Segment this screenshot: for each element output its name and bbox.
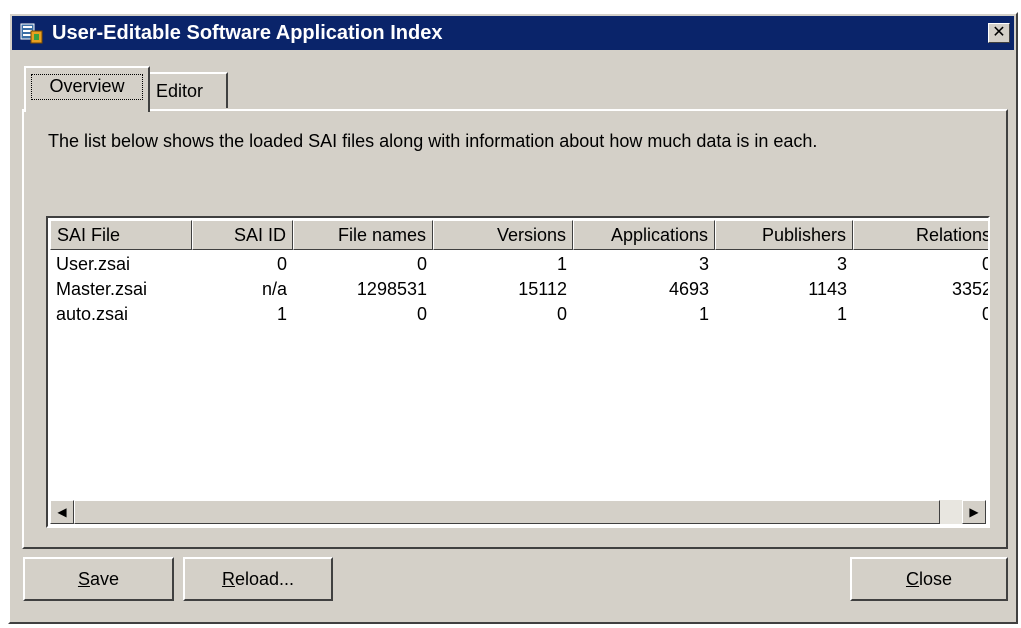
column-header-file-names[interactable]: File names <box>293 220 433 250</box>
cell-relations: 3352 <box>951 279 990 299</box>
list-row[interactable]: auto.zsai 1 0 0 1 1 0 <box>50 302 988 327</box>
arrow-left-icon: ◀ <box>57 505 67 519</box>
reload-button[interactable]: Reload... <box>183 557 333 601</box>
cell-relations: 0 <box>853 302 988 327</box>
horizontal-scrollbar[interactable]: ◀ ▶ <box>50 500 986 524</box>
cell-file-names: 0 <box>416 254 427 274</box>
cell-applications: 3 <box>698 254 709 274</box>
cell-versions: 15112 <box>518 279 567 299</box>
column-header-relations[interactable]: Relations <box>853 220 988 250</box>
cell-sai-id: 1 <box>276 304 287 324</box>
cell-applications: 1 <box>698 304 709 324</box>
list-rows: User.zsai 0 0 1 3 3 0 Master.zsai n/a 12… <box>50 252 990 327</box>
scroll-right-button[interactable]: ▶ <box>962 500 986 524</box>
column-header-versions[interactable]: Versions <box>433 220 573 250</box>
list-row[interactable]: User.zsai 0 0 1 3 3 0 <box>50 252 988 277</box>
sai-files-list[interactable]: SAI File SAI ID File names Versions Appl… <box>46 216 990 528</box>
column-header-sai-file[interactable]: SAI File <box>50 220 192 250</box>
sai-dialog-window: User-Editable Software Application Index… <box>8 12 1018 624</box>
cell-publishers: 3 <box>836 254 847 274</box>
tab-editor[interactable]: Editor <box>150 72 228 108</box>
cell-sai-file: Master.zsai <box>56 279 148 299</box>
close-label: lose <box>918 569 953 589</box>
overview-description: The list below shows the loaded SAI file… <box>48 131 818 151</box>
tab-overview[interactable]: Overview <box>24 66 150 112</box>
list-row[interactable]: Master.zsai n/a 1298531 15112 4693 1143 … <box>50 277 990 302</box>
cell-sai-file: auto.zsai <box>56 304 129 324</box>
tab-editor-label: Editor <box>156 81 204 101</box>
cell-publishers: 1143 <box>808 279 847 299</box>
cell-file-names: 0 <box>416 304 427 324</box>
save-button[interactable]: Save <box>23 557 174 601</box>
overview-panel: The list below shows the loaded SAI file… <box>22 109 1008 549</box>
cell-relations: 0 <box>853 252 988 277</box>
close-button[interactable]: Close <box>850 557 1008 601</box>
cell-sai-file: User.zsai <box>56 254 131 274</box>
cell-versions: 1 <box>556 254 567 274</box>
arrow-right-icon: ▶ <box>969 505 979 519</box>
scroll-left-button[interactable]: ◀ <box>50 500 74 524</box>
list-header: SAI File SAI ID File names Versions Appl… <box>50 220 988 250</box>
cell-sai-id: 0 <box>276 254 287 274</box>
save-mnemonic: S <box>77 569 90 589</box>
cell-versions: 0 <box>556 304 567 324</box>
close-icon: ✕ <box>992 24 1006 41</box>
app-index-icon <box>20 23 43 44</box>
close-mnemonic: C <box>905 569 919 589</box>
cell-applications: 4693 <box>668 279 709 299</box>
cell-file-names: 1298531 <box>356 279 427 299</box>
column-header-sai-id[interactable]: SAI ID <box>192 220 293 250</box>
scroll-thumb[interactable] <box>74 500 940 524</box>
cell-publishers: 1 <box>836 304 847 324</box>
cell-sai-id: n/a <box>261 279 287 299</box>
close-window-button[interactable]: ✕ <box>988 23 1010 43</box>
reload-mnemonic: R <box>221 569 235 589</box>
window-title: User-Editable Software Application Index <box>52 22 443 44</box>
tab-overview-label: Overview <box>31 74 143 100</box>
title-bar[interactable]: User-Editable Software Application Index… <box>12 16 1014 50</box>
column-header-applications[interactable]: Applications <box>573 220 715 250</box>
column-header-publishers[interactable]: Publishers <box>715 220 853 250</box>
reload-label: eload... <box>234 569 295 589</box>
save-label: ave <box>89 569 120 589</box>
